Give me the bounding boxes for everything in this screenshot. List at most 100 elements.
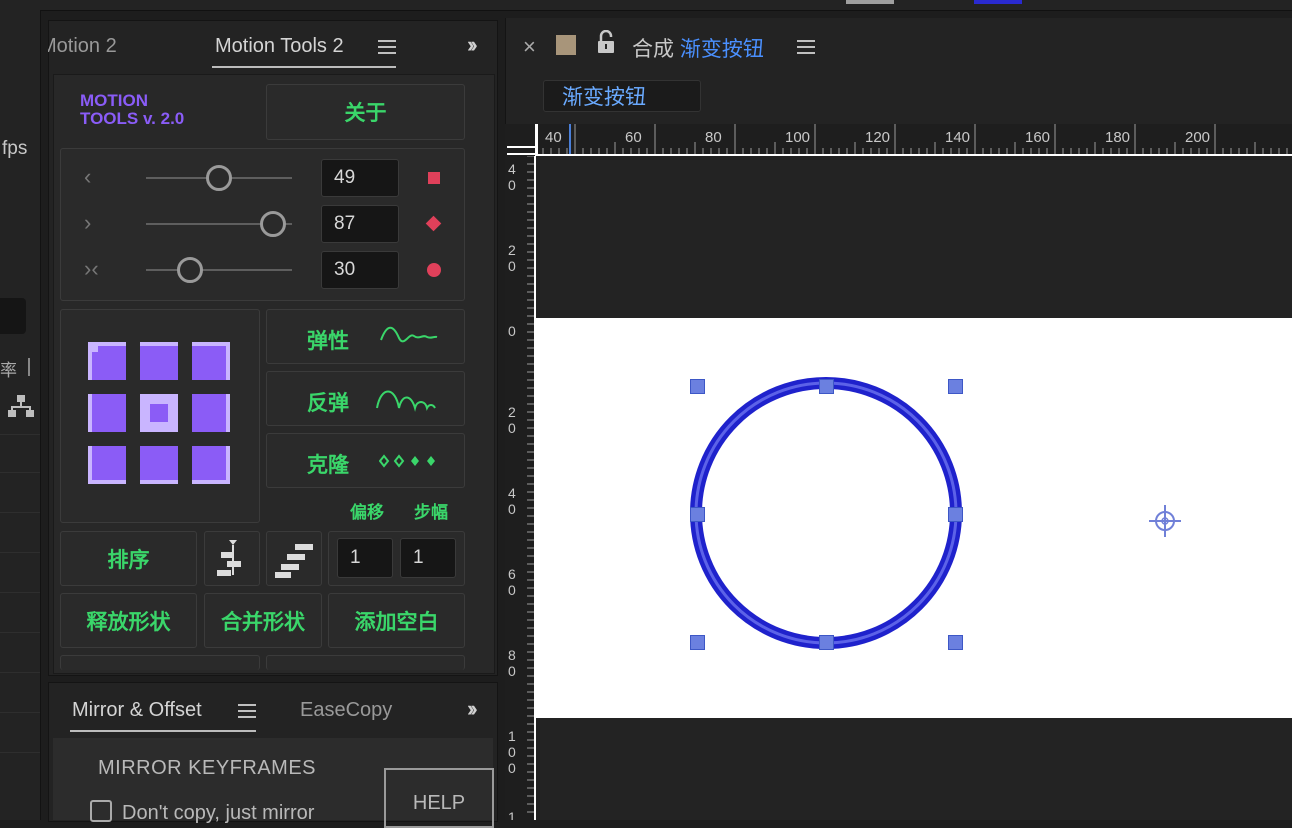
logo-line-2: TOOLS v. 2.0	[80, 109, 185, 128]
slider-value-input[interactable]: 49	[321, 159, 399, 197]
anchor-bottom-left[interactable]	[88, 446, 126, 484]
tab-motion-tools-2[interactable]: Motion Tools 2	[215, 35, 344, 58]
offset-label: 偏移	[350, 503, 384, 522]
close-icon[interactable]: ×	[523, 34, 536, 60]
anchor-center[interactable]	[140, 394, 178, 432]
expand-chevrons-icon[interactable]: ››	[467, 32, 477, 58]
composition-tab[interactable]: 合成 渐变按钮	[632, 33, 764, 63]
ruler-label: 2	[508, 404, 516, 420]
tab-motion-2[interactable]: Motion 2	[48, 35, 117, 58]
bounce-arcs-icon	[376, 390, 436, 412]
anchor-bottom-right[interactable]	[192, 446, 230, 484]
expand-chevrons-icon[interactable]: ››	[467, 696, 477, 722]
square-marker-icon[interactable]	[428, 172, 440, 184]
color-label-icon[interactable]	[556, 35, 576, 55]
tab-easecopy[interactable]: EaseCopy	[300, 699, 392, 722]
slider-knob[interactable]	[206, 165, 232, 191]
chevron-left-icon[interactable]: ‹	[84, 164, 91, 190]
bounding-handle-bottom-right[interactable]	[948, 635, 963, 650]
composition-name-box[interactable]: 渐变按钮	[543, 80, 701, 112]
bounding-handle-middle-right[interactable]	[948, 507, 963, 522]
next-row-button[interactable]	[60, 655, 260, 670]
ruler-edge	[535, 124, 538, 156]
step-input[interactable]: 1	[400, 538, 456, 578]
elastic-button[interactable]: 弹性	[266, 309, 465, 364]
ruler-label: 0	[508, 744, 516, 760]
hierarchy-icon[interactable]	[8, 394, 34, 418]
bounding-handle-top-right[interactable]	[948, 379, 963, 394]
dont-copy-label: Don't copy, just mirror	[122, 802, 315, 824]
collapse-arrows-icon[interactable]: ›‹	[84, 256, 99, 282]
divider	[0, 552, 40, 553]
anchor-middle-right[interactable]	[192, 394, 230, 432]
divider	[0, 434, 40, 435]
slider-value-input[interactable]: 87	[321, 205, 399, 243]
ruler-label: 0	[508, 177, 516, 193]
fps-label: fps	[2, 138, 28, 159]
clone-button[interactable]: 克隆	[266, 433, 465, 488]
vertical-ruler[interactable]: 40200204060801001	[505, 156, 535, 820]
circle-shape-layer[interactable]	[680, 370, 980, 660]
unlock-icon[interactable]	[596, 30, 616, 54]
anchor-top-center[interactable]	[140, 342, 178, 380]
ruler-label: 0	[508, 760, 516, 776]
panel-menu-icon[interactable]	[378, 40, 396, 54]
divider	[0, 592, 40, 593]
ruler-label: 0	[508, 323, 516, 339]
divider	[0, 632, 40, 633]
bounding-handle-top-center[interactable]	[819, 379, 834, 394]
merge-shapes-button[interactable]: 合并形状	[204, 593, 322, 648]
ruler-label: 4	[508, 161, 516, 177]
anchor-point-grid[interactable]	[88, 342, 230, 486]
bounding-handle-middle-left[interactable]	[690, 507, 705, 522]
horizontal-ruler[interactable]: 40 60 80 100 120 140 160 180 200	[535, 124, 1292, 154]
ruler-label: 80	[705, 129, 722, 146]
color-swatch-blue	[974, 0, 1022, 4]
motion-tools-logo: MOTION TOOLS v. 2.0	[80, 92, 184, 128]
slider-knob[interactable]	[176, 257, 203, 283]
slider-track[interactable]	[146, 269, 292, 271]
dont-copy-checkbox[interactable]	[90, 800, 112, 822]
slider-knob[interactable]	[260, 211, 287, 237]
anchor-middle-left[interactable]	[88, 394, 126, 432]
anchor-top-left[interactable]	[88, 342, 126, 380]
top-strip	[0, 0, 1292, 11]
bounding-handle-top-left[interactable]	[690, 379, 705, 394]
release-shapes-button[interactable]: 释放形状	[60, 593, 197, 648]
bounding-handle-bottom-center[interactable]	[819, 635, 834, 650]
circle-marker-icon[interactable]	[427, 263, 441, 277]
ruler-label: 100	[785, 129, 810, 146]
composition-tab-name: 渐变按钮	[679, 38, 764, 61]
ruler-label: 40	[545, 129, 562, 146]
sort-align-button[interactable]	[204, 531, 260, 586]
active-tab-indicator	[212, 66, 396, 68]
bounding-handle-bottom-left[interactable]	[690, 635, 705, 650]
next-row-button[interactable]	[266, 655, 465, 670]
panel-menu-icon[interactable]	[797, 40, 815, 54]
left-input-box[interactable]	[0, 298, 26, 334]
sort-button[interactable]: 排序	[60, 531, 197, 586]
slider-value-input[interactable]: 30	[321, 251, 399, 289]
ruler-label: 180	[1105, 129, 1130, 146]
panel-menu-icon[interactable]	[238, 704, 256, 718]
anchor-top-right[interactable]	[192, 342, 230, 380]
divider	[0, 712, 40, 713]
bounce-button[interactable]: 反弹	[266, 371, 465, 426]
ruler-corner-lines	[507, 146, 535, 148]
add-null-button[interactable]: 添加空白	[328, 593, 465, 648]
sort-stagger-button[interactable]	[266, 531, 322, 586]
ruler-label: 60	[625, 129, 642, 146]
help-button[interactable]: HELP	[384, 768, 494, 828]
ruler-label: 0	[508, 420, 516, 436]
ruler-corner	[505, 124, 535, 156]
about-button[interactable]: 关于	[266, 84, 465, 140]
anchor-point-icon[interactable]	[1146, 502, 1184, 540]
offset-input[interactable]: 1	[337, 538, 393, 578]
ruler-label: 0	[508, 501, 516, 517]
anchor-bottom-center[interactable]	[140, 446, 178, 484]
chevron-right-icon[interactable]: ›	[84, 210, 91, 236]
tab-mirror-offset[interactable]: Mirror & Offset	[72, 699, 202, 722]
divider	[28, 358, 30, 376]
color-swatch-gray	[846, 0, 894, 4]
bounce-label: 反弹	[307, 392, 349, 415]
